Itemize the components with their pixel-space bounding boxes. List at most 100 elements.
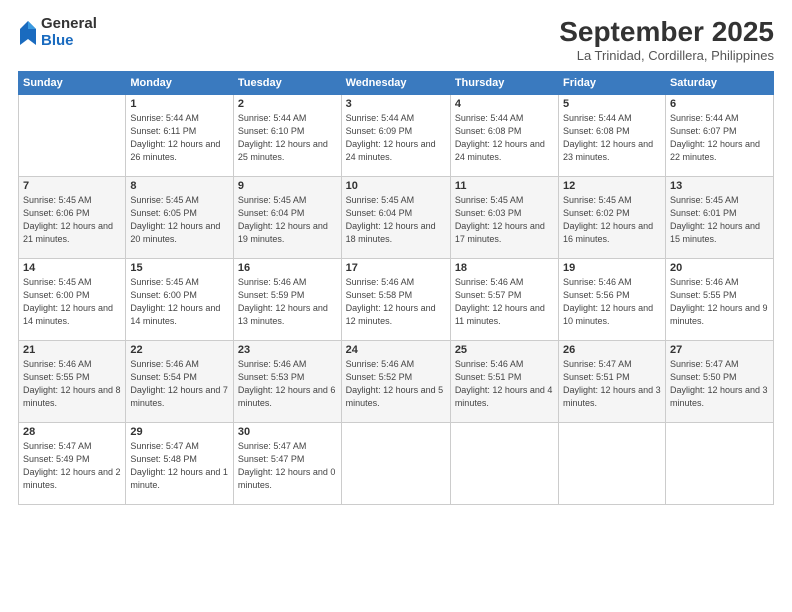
col-thursday: Thursday	[450, 72, 558, 95]
calendar-cell: 30 Sunrise: 5:47 AMSunset: 5:47 PMDayligh…	[233, 423, 341, 505]
day-number: 17	[346, 262, 446, 274]
calendar-cell: 23 Sunrise: 5:46 AMSunset: 5:53 PMDayligh…	[233, 341, 341, 423]
calendar-cell: 13 Sunrise: 5:45 AMSunset: 6:01 PMDayligh…	[665, 177, 773, 259]
calendar-cell	[19, 95, 126, 177]
day-info: Sunrise: 5:46 AMSunset: 5:57 PMDaylight:…	[455, 276, 554, 328]
day-info: Sunrise: 5:45 AMSunset: 6:05 PMDaylight:…	[130, 194, 229, 246]
day-number: 25	[455, 344, 554, 356]
calendar-cell: 2Sunrise: 5:44 AMSunset: 6:10 PMDaylight…	[233, 95, 341, 177]
calendar-cell: 4 Sunrise: 5:44 AMSunset: 6:08 PMDaylight…	[450, 95, 558, 177]
calendar-cell: 29 Sunrise: 5:47 AMSunset: 5:48 PMDayligh…	[126, 423, 234, 505]
day-number: 13	[670, 180, 769, 192]
calendar-cell: 9 Sunrise: 5:45 AMSunset: 6:04 PMDaylight…	[233, 177, 341, 259]
day-number: 30	[238, 426, 337, 438]
col-tuesday: Tuesday	[233, 72, 341, 95]
week-row-3: 14Sunrise: 5:45 AMSunset: 6:00 PMDayligh…	[19, 259, 774, 341]
day-info: Sunrise: 5:45 AMSunset: 6:00 PMDaylight:…	[23, 276, 121, 328]
main-container: General Blue September 2025 La Trinidad,…	[0, 0, 792, 612]
day-info: Sunrise: 5:44 AMSunset: 6:08 PMDaylight:…	[455, 112, 554, 164]
day-info: Sunrise: 5:44 AMSunset: 6:11 PMDaylight:…	[130, 112, 229, 164]
col-monday: Monday	[126, 72, 234, 95]
day-info: Sunrise: 5:47 AMSunset: 5:50 PMDaylight:…	[670, 358, 769, 410]
day-info: Sunrise: 5:47 AMSunset: 5:47 PMDaylight:…	[238, 440, 337, 492]
day-info: Sunrise: 5:44 AMSunset: 6:07 PMDaylight:…	[670, 112, 769, 164]
logo: General Blue	[18, 16, 97, 49]
day-number: 27	[670, 344, 769, 356]
calendar-cell: 27 Sunrise: 5:47 AMSunset: 5:50 PMDayligh…	[665, 341, 773, 423]
day-info: Sunrise: 5:46 AMSunset: 5:52 PMDaylight:…	[346, 358, 446, 410]
day-info: Sunrise: 5:46 AMSunset: 5:55 PMDaylight:…	[23, 358, 121, 410]
calendar-cell	[665, 423, 773, 505]
day-number: 19	[563, 262, 661, 274]
day-info: Sunrise: 5:45 AMSunset: 6:02 PMDaylight:…	[563, 194, 661, 246]
day-info: Sunrise: 5:44 AMSunset: 6:08 PMDaylight:…	[563, 112, 661, 164]
calendar-cell: 25 Sunrise: 5:46 AMSunset: 5:51 PMDayligh…	[450, 341, 558, 423]
day-number: 12	[563, 180, 661, 192]
day-number: 8	[130, 180, 229, 192]
calendar-cell: 16 Sunrise: 5:46 AMSunset: 5:59 PMDayligh…	[233, 259, 341, 341]
calendar-cell: 21 Sunrise: 5:46 AMSunset: 5:55 PMDayligh…	[19, 341, 126, 423]
header: General Blue September 2025 La Trinidad,…	[18, 16, 774, 63]
day-number: 24	[346, 344, 446, 356]
day-number: 20	[670, 262, 769, 274]
logo-icon	[18, 19, 38, 47]
header-row: Sunday Monday Tuesday Wednesday Thursday…	[19, 72, 774, 95]
day-number: 3	[346, 98, 446, 110]
day-info: Sunrise: 5:44 AMSunset: 6:09 PMDaylight:…	[346, 112, 446, 164]
calendar-cell	[341, 423, 450, 505]
calendar-cell: 10 Sunrise: 5:45 AMSunset: 6:04 PMDayligh…	[341, 177, 450, 259]
calendar-cell: 11 Sunrise: 5:45 AMSunset: 6:03 PMDayligh…	[450, 177, 558, 259]
week-row-1: 1Sunrise: 5:44 AMSunset: 6:11 PMDaylight…	[19, 95, 774, 177]
title-block: September 2025 La Trinidad, Cordillera, …	[559, 16, 774, 63]
day-number: 6	[670, 98, 769, 110]
calendar-cell: 17 Sunrise: 5:46 AMSunset: 5:58 PMDayligh…	[341, 259, 450, 341]
col-friday: Friday	[559, 72, 666, 95]
day-number: 22	[130, 344, 229, 356]
calendar-cell: 7 Sunrise: 5:45 AMSunset: 6:06 PMDaylight…	[19, 177, 126, 259]
day-info: Sunrise: 5:47 AMSunset: 5:49 PMDaylight:…	[23, 440, 121, 492]
day-number: 5	[563, 98, 661, 110]
calendar-cell: 3 Sunrise: 5:44 AMSunset: 6:09 PMDaylight…	[341, 95, 450, 177]
day-number: 4	[455, 98, 554, 110]
day-info: Sunrise: 5:45 AMSunset: 6:03 PMDaylight:…	[455, 194, 554, 246]
day-info: Sunrise: 5:45 AMSunset: 6:01 PMDaylight:…	[670, 194, 769, 246]
day-number: 7	[23, 180, 121, 192]
day-info: Sunrise: 5:47 AMSunset: 5:48 PMDaylight:…	[130, 440, 229, 492]
logo-general: General	[41, 16, 97, 33]
day-info: Sunrise: 5:46 AMSunset: 5:51 PMDaylight:…	[455, 358, 554, 410]
calendar-cell: 28Sunrise: 5:47 AMSunset: 5:49 PMDayligh…	[19, 423, 126, 505]
day-info: Sunrise: 5:46 AMSunset: 5:58 PMDaylight:…	[346, 276, 446, 328]
calendar-cell: 8 Sunrise: 5:45 AMSunset: 6:05 PMDaylight…	[126, 177, 234, 259]
day-number: 2	[238, 98, 337, 110]
day-number: 11	[455, 180, 554, 192]
week-row-5: 28Sunrise: 5:47 AMSunset: 5:49 PMDayligh…	[19, 423, 774, 505]
day-info: Sunrise: 5:46 AMSunset: 5:54 PMDaylight:…	[130, 358, 229, 410]
day-info: Sunrise: 5:45 AMSunset: 6:00 PMDaylight:…	[130, 276, 229, 328]
day-number: 10	[346, 180, 446, 192]
calendar-cell: 20 Sunrise: 5:46 AMSunset: 5:55 PMDayligh…	[665, 259, 773, 341]
day-info: Sunrise: 5:47 AMSunset: 5:51 PMDaylight:…	[563, 358, 661, 410]
day-info: Sunrise: 5:45 AMSunset: 6:04 PMDaylight:…	[238, 194, 337, 246]
day-number: 29	[130, 426, 229, 438]
day-number: 21	[23, 344, 121, 356]
day-number: 15	[130, 262, 229, 274]
calendar-cell: 22 Sunrise: 5:46 AMSunset: 5:54 PMDayligh…	[126, 341, 234, 423]
day-info: Sunrise: 5:46 AMSunset: 5:53 PMDaylight:…	[238, 358, 337, 410]
logo-blue: Blue	[41, 33, 97, 50]
calendar-cell: 12 Sunrise: 5:45 AMSunset: 6:02 PMDayligh…	[559, 177, 666, 259]
day-number: 18	[455, 262, 554, 274]
day-number: 16	[238, 262, 337, 274]
day-info: Sunrise: 5:45 AMSunset: 6:04 PMDaylight:…	[346, 194, 446, 246]
calendar-cell: 14Sunrise: 5:45 AMSunset: 6:00 PMDayligh…	[19, 259, 126, 341]
day-info: Sunrise: 5:45 AMSunset: 6:06 PMDaylight:…	[23, 194, 121, 246]
day-info: Sunrise: 5:46 AMSunset: 5:55 PMDaylight:…	[670, 276, 769, 328]
calendar-cell: 24 Sunrise: 5:46 AMSunset: 5:52 PMDayligh…	[341, 341, 450, 423]
day-info: Sunrise: 5:46 AMSunset: 5:59 PMDaylight:…	[238, 276, 337, 328]
calendar-cell: 18 Sunrise: 5:46 AMSunset: 5:57 PMDayligh…	[450, 259, 558, 341]
day-info: Sunrise: 5:46 AMSunset: 5:56 PMDaylight:…	[563, 276, 661, 328]
day-number: 23	[238, 344, 337, 356]
calendar-cell: 6 Sunrise: 5:44 AMSunset: 6:07 PMDaylight…	[665, 95, 773, 177]
location: La Trinidad, Cordillera, Philippines	[559, 48, 774, 63]
day-number: 9	[238, 180, 337, 192]
calendar-cell: 26Sunrise: 5:47 AMSunset: 5:51 PMDayligh…	[559, 341, 666, 423]
